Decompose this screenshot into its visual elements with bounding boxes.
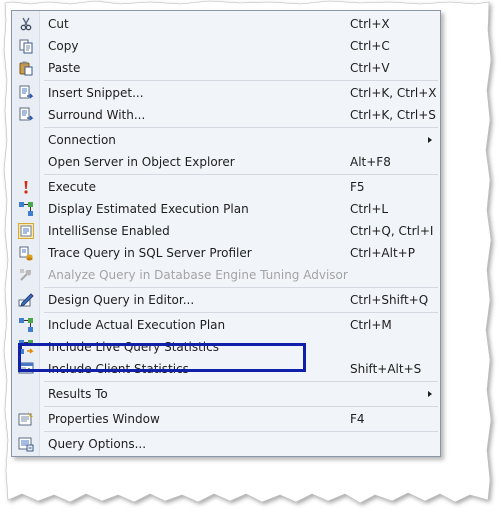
shortcut-text: F5: [350, 180, 365, 194]
menu-item-paste[interactable]: Paste Ctrl+V: [12, 57, 440, 79]
menu-item-results-to[interactable]: Results To: [12, 383, 440, 405]
tuning-advisor-icon: [18, 267, 34, 283]
execution-plan-icon: [18, 201, 34, 217]
menu-item-label: Connection: [48, 133, 116, 147]
menu-item-label: Copy: [48, 39, 79, 53]
submenu-arrow-icon: [428, 137, 432, 143]
menu-separator: [44, 431, 438, 432]
menu-separator: [44, 406, 438, 407]
design-query-icon: [18, 292, 34, 308]
menu-item-properties-window[interactable]: Properties Window F4: [12, 408, 440, 430]
menu-item-label: Insert Snippet...: [48, 86, 144, 100]
menu-separator: [44, 287, 438, 288]
intellisense-icon: [18, 223, 34, 239]
menu-item-label: Open Server in Object Explorer: [48, 155, 235, 169]
menu-item-label: Cut: [48, 17, 69, 31]
menu-item-trace-query-in-sql-server-profiler[interactable]: Trace Query in SQL Server Profiler Ctrl+…: [12, 242, 440, 264]
menu-item-label: Include Actual Execution Plan: [48, 318, 226, 332]
shortcut-text: Ctrl+Shift+Q: [350, 293, 429, 307]
menu-item-intellisense-enabled[interactable]: IntelliSense Enabled Ctrl+Q, Ctrl+I: [12, 220, 440, 242]
shortcut-text: Ctrl+M: [350, 318, 392, 332]
menu-item-label: Display Estimated Execution Plan: [48, 202, 249, 216]
menu-item-label: Properties Window: [48, 412, 160, 426]
properties-icon: [18, 411, 34, 427]
menu-item-cut[interactable]: Cut Ctrl+X: [12, 13, 440, 35]
shortcut-text: Ctrl+Alt+P: [350, 246, 415, 260]
menu-item-copy[interactable]: Copy Ctrl+C: [12, 35, 440, 57]
menu-item-label: Paste: [48, 61, 81, 75]
shortcut-text: Alt+F8: [350, 155, 391, 169]
shortcut-text: F4: [350, 412, 365, 426]
menu-separator: [44, 174, 438, 175]
menu-item-design-query-in-editor[interactable]: Design Query in Editor... Ctrl+Shift+Q: [12, 289, 440, 311]
snippet-icon: [18, 85, 34, 101]
submenu-arrow-icon: [428, 391, 432, 397]
shortcut-text: Ctrl+V: [350, 61, 390, 75]
highlight-box: [18, 343, 306, 372]
shortcut-text: Ctrl+X: [350, 17, 390, 31]
execute-icon: [18, 179, 34, 195]
menu-item-label: Execute: [48, 180, 96, 194]
menu-item-include-actual-execution-plan[interactable]: Include Actual Execution Plan Ctrl+M: [12, 314, 440, 336]
menu-item-label: Design Query in Editor...: [48, 293, 195, 307]
menu-item-execute[interactable]: Execute F5: [12, 176, 440, 198]
menu-item-label: Query Options...: [48, 437, 147, 451]
shortcut-text: Ctrl+Q, Ctrl+I: [350, 224, 434, 238]
copy-icon: [18, 38, 34, 54]
menu-item-label: IntelliSense Enabled: [48, 224, 170, 238]
menu-item-label: Surround With...: [48, 108, 146, 122]
menu-item-label: Results To: [48, 387, 108, 401]
shortcut-text: Ctrl+L: [350, 202, 389, 216]
menu-item-label: Trace Query in SQL Server Profiler: [48, 246, 252, 260]
menu-separator: [44, 312, 438, 313]
query-options-icon: [18, 436, 34, 452]
menu-item-display-estimated-execution-plan[interactable]: Display Estimated Execution Plan Ctrl+L: [12, 198, 440, 220]
shortcut-text: Ctrl+K, Ctrl+X: [350, 86, 437, 100]
shortcut-text: Ctrl+K, Ctrl+S: [350, 108, 436, 122]
menu-separator: [44, 127, 438, 128]
menu-item-label: Analyze Query in Database Engine Tuning …: [48, 268, 348, 282]
menu-item-analyze-query-in-tuning-advisor: Analyze Query in Database Engine Tuning …: [12, 264, 440, 286]
actual-execution-plan-icon: [18, 317, 34, 333]
menu-separator: [44, 80, 438, 81]
paste-icon: [18, 60, 34, 76]
shortcut-text: Shift+Alt+S: [350, 362, 422, 376]
surround-icon: [18, 107, 34, 123]
menu-item-surround-with[interactable]: Surround With... Ctrl+K, Ctrl+S: [12, 104, 440, 126]
profiler-icon: [18, 245, 34, 261]
scissors-icon: [18, 16, 34, 32]
menu-item-insert-snippet[interactable]: Insert Snippet... Ctrl+K, Ctrl+X: [12, 82, 440, 104]
menu-item-connection[interactable]: Connection: [12, 129, 440, 151]
context-menu: Cut Ctrl+X Copy Ctrl+C Paste Ctrl+V Inse…: [11, 10, 441, 457]
menu-item-open-server-in-object-explorer[interactable]: Open Server in Object Explorer Alt+F8: [12, 151, 440, 173]
menu-separator: [44, 381, 438, 382]
menu-item-query-options[interactable]: Query Options...: [12, 433, 440, 455]
shortcut-text: Ctrl+C: [350, 39, 390, 53]
